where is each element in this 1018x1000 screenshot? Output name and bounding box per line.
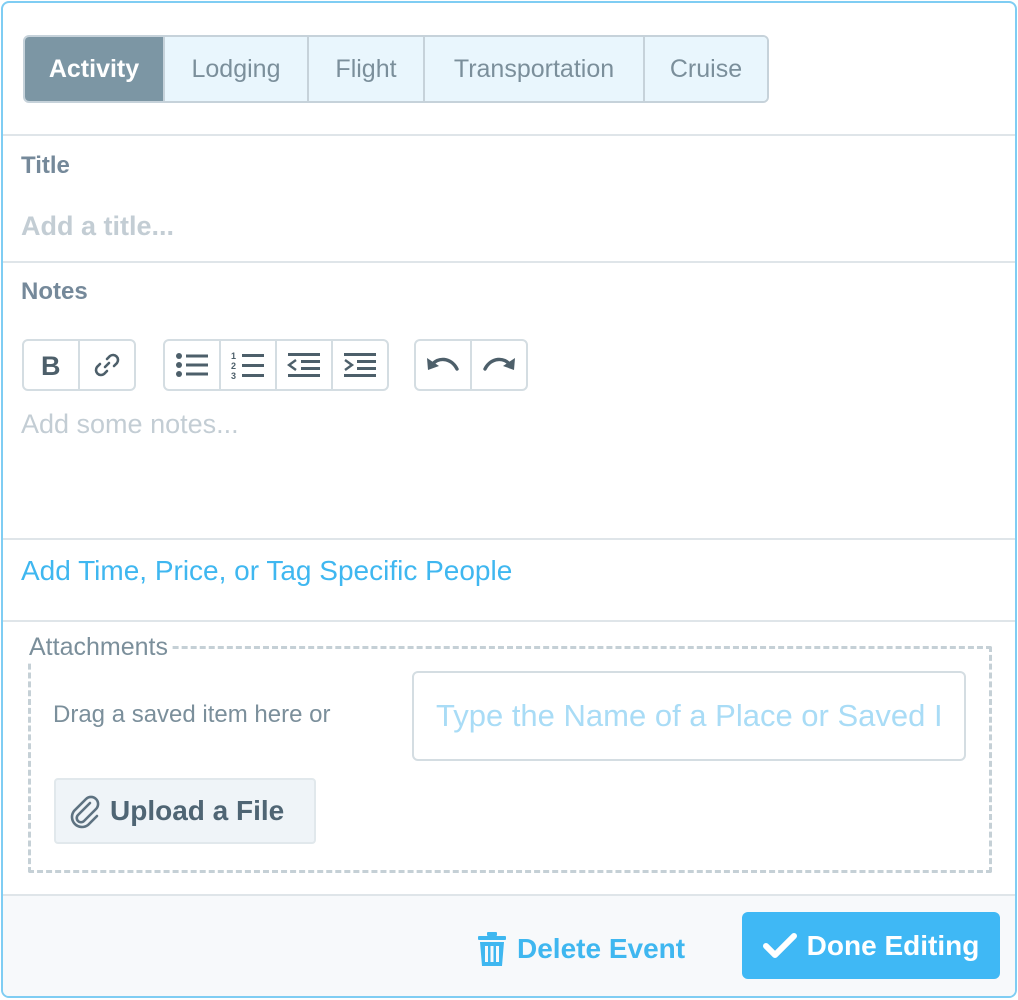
bulleted-list-icon [176,353,208,377]
upload-file-label: Upload a File [110,795,285,826]
undo-icon [427,357,459,371]
done-editing-button[interactable]: Done Editing [742,912,1000,979]
outdent-icon [287,353,320,377]
link-icon [94,353,120,377]
title-input[interactable] [21,203,981,249]
svg-text:3: 3 [231,371,236,380]
upload-file-button[interactable]: Upload a File [54,778,316,844]
checkmark-icon [762,932,797,958]
delete-event-label: Delete Event [517,933,686,964]
divider [3,538,1015,540]
indent-icon [344,353,376,377]
event-type-tabs: Activity Lodging Flight Transportation C… [23,35,769,103]
history-toolbar-group [414,339,528,391]
bulleted-list-button[interactable] [165,341,219,389]
saved-item-search-input[interactable] [412,671,966,761]
title-label: Title [21,152,70,179]
bold-icon: B [41,352,61,378]
svg-text:B: B [41,352,61,378]
redo-icon [483,357,515,371]
tab-activity[interactable]: Activity [25,37,163,101]
bold-button[interactable]: B [24,341,78,389]
format-toolbar-group: B [22,339,136,391]
svg-text:1: 1 [231,351,236,361]
tab-cruise[interactable]: Cruise [643,37,767,101]
delete-event-button[interactable]: Delete Event [477,927,685,971]
tab-lodging[interactable]: Lodging [163,37,307,101]
add-details-link[interactable]: Add Time, Price, or Tag Specific People [21,555,512,587]
svg-text:2: 2 [231,361,236,371]
tab-flight[interactable]: Flight [307,37,423,101]
paperclip-icon [70,795,100,829]
numbered-list-button[interactable]: 1 2 3 [219,341,275,389]
trash-icon [478,932,506,966]
event-editor-panel: Activity Lodging Flight Transportation C… [1,1,1017,998]
notes-textarea[interactable] [21,409,981,519]
tab-transportation[interactable]: Transportation [423,37,643,101]
link-button[interactable] [78,341,134,389]
undo-button[interactable] [416,341,470,389]
divider [3,261,1015,263]
list-toolbar-group: 1 2 3 [163,339,389,391]
drag-hint-text: Drag a saved item here or [53,701,331,728]
outdent-button[interactable] [275,341,331,389]
attachments-legend: Attachments [25,633,172,662]
numbered-list-icon: 1 2 3 [231,351,264,380]
redo-button[interactable] [470,341,526,389]
divider [3,134,1015,136]
divider [3,620,1015,622]
done-editing-label: Done Editing [806,929,980,961]
indent-button[interactable] [331,341,387,389]
notes-label: Notes [21,278,88,305]
